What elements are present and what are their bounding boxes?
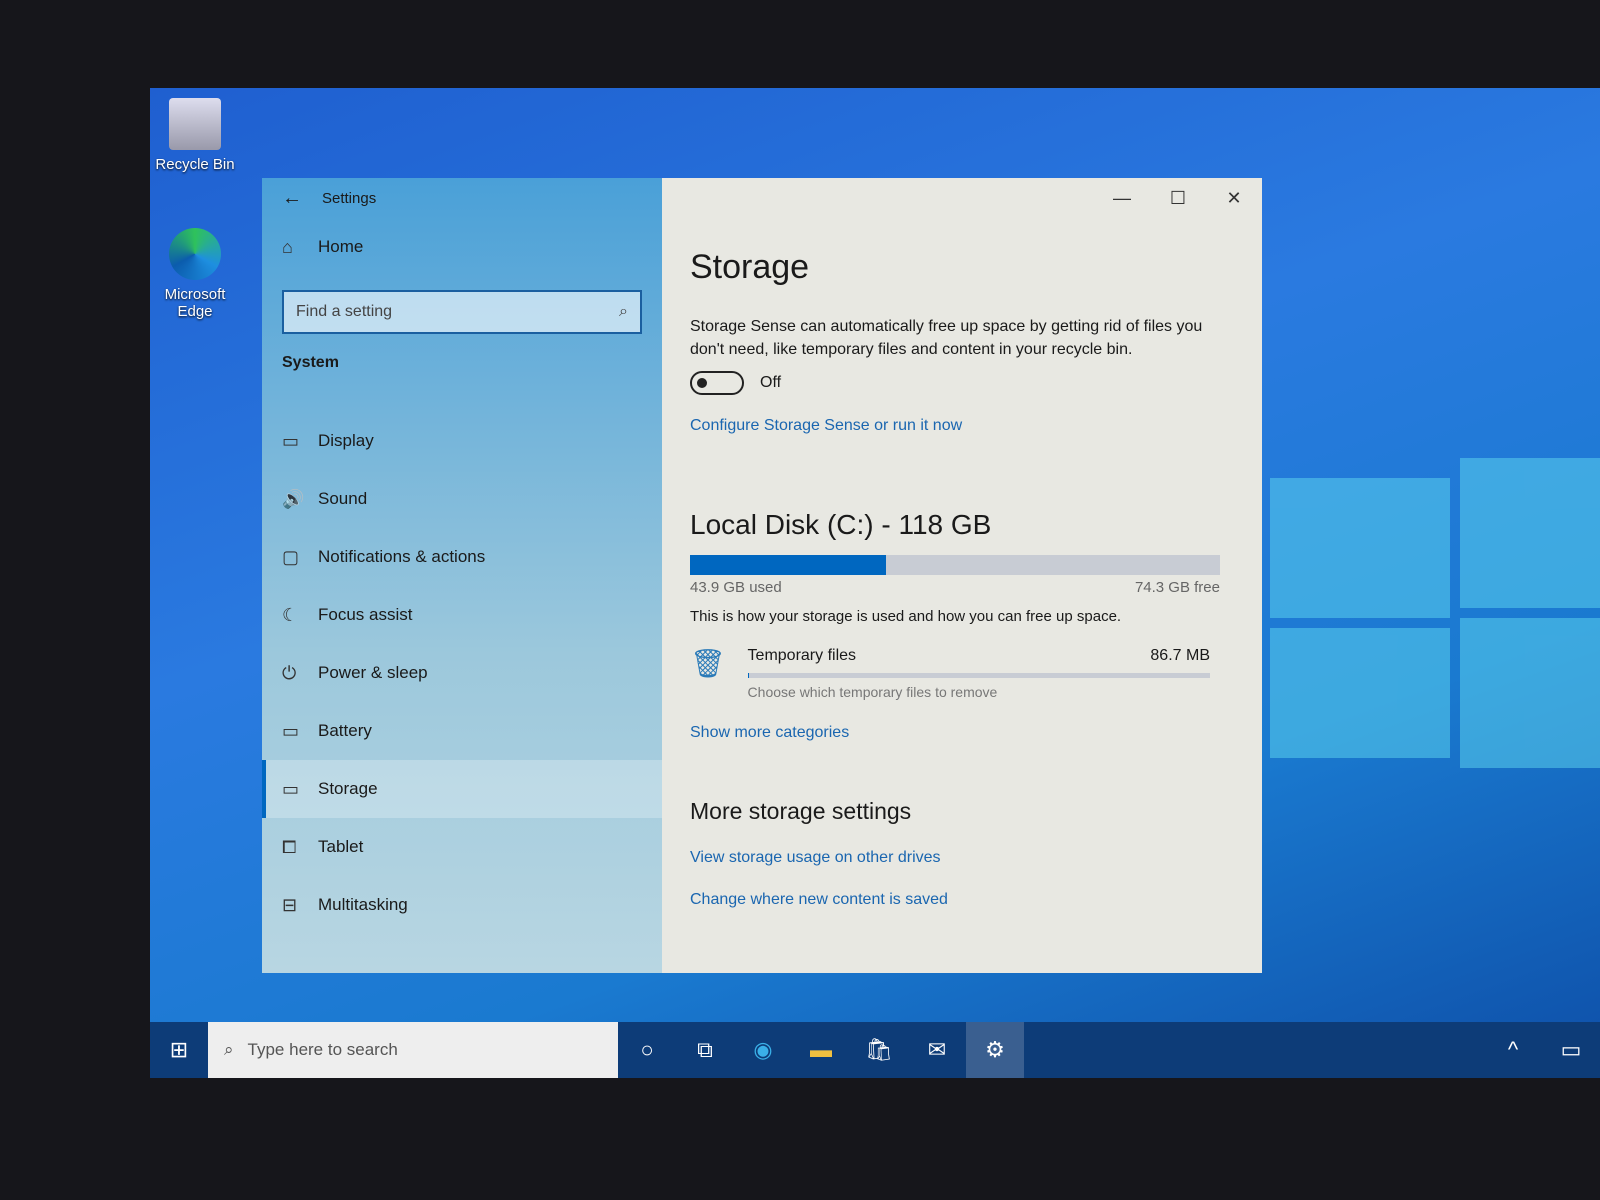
- nav-power-sleep[interactable]: ⏻ Power & sleep: [262, 644, 662, 702]
- nav-multitasking[interactable]: ⊟ Multitasking: [262, 876, 662, 934]
- trash-icon: 🗑: [690, 648, 726, 679]
- toggle-state: Off: [760, 374, 782, 391]
- back-arrow-icon[interactable]: ←: [262, 187, 322, 210]
- battery-icon: ▭: [282, 720, 300, 741]
- minimize-button[interactable]: —: [1094, 178, 1150, 218]
- notification-icon: ▢: [282, 546, 300, 567]
- page-title: Storage: [690, 248, 810, 286]
- edge-taskbar-icon[interactable]: ◉: [734, 1022, 792, 1078]
- show-more-categories-link[interactable]: Show more categories: [690, 724, 849, 741]
- taskbar: ⊞ ⌕ Type here to search ○ ⧉ ◉ ▬ 🛍 ✉ ⚙ ^ ▭: [150, 1022, 1600, 1078]
- power-icon: ⏻: [282, 662, 297, 683]
- maximize-button[interactable]: ☐: [1150, 178, 1206, 218]
- configure-storage-sense-link[interactable]: Configure Storage Sense or run it now: [690, 417, 962, 434]
- edge-desktop-icon[interactable]: Microsoft Edge: [150, 228, 240, 320]
- mail-icon[interactable]: ✉: [908, 1022, 966, 1078]
- window-title: Settings: [322, 189, 377, 207]
- moon-icon: ☾: [282, 604, 299, 625]
- settings-sidebar: ← Settings ⌂ Home Find a setting ⌕ System …: [262, 178, 662, 973]
- recycle-bin-icon: [169, 98, 221, 150]
- taskbar-search[interactable]: ⌕ Type here to search: [208, 1022, 618, 1078]
- settings-window: ← Settings ⌂ Home Find a setting ⌕ System …: [262, 178, 1262, 973]
- file-explorer-icon[interactable]: ▬: [792, 1022, 850, 1078]
- start-button[interactable]: ⊞: [150, 1022, 208, 1078]
- nav-focus-assist[interactable]: ☾ Focus assist: [262, 586, 662, 644]
- storage-sense-description: Storage Sense can automatically free up …: [690, 318, 1203, 358]
- section-heading: System: [282, 354, 339, 371]
- nav-notifications-actions[interactable]: ▢ Notifications & actions: [262, 528, 662, 586]
- free-label: 74.3 GB free: [1134, 579, 1220, 596]
- nav-home[interactable]: ⌂ Home: [262, 218, 662, 276]
- search-icon: ⌕: [619, 303, 628, 320]
- more-storage-heading: More storage settings: [690, 798, 912, 824]
- disk-title: Local Disk (C:) - 118 GB: [690, 509, 992, 540]
- usage-description: This is how your storage is used and how…: [690, 608, 1122, 625]
- disk-usage-bar: [690, 555, 1220, 575]
- storage-page: — ☐ ✕ Storage Storage Sense can automati…: [662, 178, 1262, 973]
- monitor-icon: ▭: [282, 430, 300, 451]
- task-view-icon[interactable]: ⧉: [676, 1022, 734, 1078]
- storage-sense-toggle[interactable]: [690, 371, 744, 395]
- speaker-icon: 🔊: [282, 488, 305, 509]
- close-button[interactable]: ✕: [1206, 178, 1262, 218]
- nav-sound[interactable]: 🔊 Sound: [262, 470, 662, 528]
- storage-icon: ▭: [282, 778, 300, 799]
- tablet-icon: ⧠: [282, 836, 297, 857]
- notification-center-icon[interactable]: ▭: [1542, 1022, 1600, 1078]
- multitasking-icon: ⊟: [282, 894, 298, 915]
- used-label: 43.9 GB used: [690, 579, 782, 596]
- view-other-drives-link[interactable]: View storage usage on other drives: [690, 849, 1232, 867]
- desktop: Recycle Bin Microsoft Edge ← Settings ⌂ H…: [150, 88, 1600, 1078]
- cortana-icon[interactable]: ○: [618, 1022, 676, 1078]
- search-icon: ⌕: [224, 1040, 234, 1059]
- nav-tablet[interactable]: ⧠ Tablet: [262, 818, 662, 876]
- settings-taskbar-icon[interactable]: ⚙: [966, 1022, 1024, 1078]
- edge-icon: [169, 228, 221, 280]
- windows-logo-wallpaper: [1270, 458, 1600, 778]
- nav-display[interactable]: ▭ Display: [262, 412, 662, 470]
- change-save-location-link[interactable]: Change where new content is saved: [690, 891, 1232, 909]
- temporary-files-category[interactable]: 🗑 Temporary files 86.7 MB Choose which te…: [690, 647, 1210, 700]
- nav-battery[interactable]: ▭ Battery: [262, 702, 662, 760]
- nav-storage[interactable]: ▭ Storage: [262, 760, 662, 818]
- recycle-bin-desktop-icon[interactable]: Recycle Bin: [150, 98, 240, 173]
- tray-chevron-icon[interactable]: ^: [1484, 1022, 1542, 1078]
- store-icon[interactable]: 🛍: [850, 1022, 908, 1078]
- home-icon: ⌂: [282, 236, 293, 257]
- find-setting-input[interactable]: Find a setting ⌕: [282, 290, 642, 334]
